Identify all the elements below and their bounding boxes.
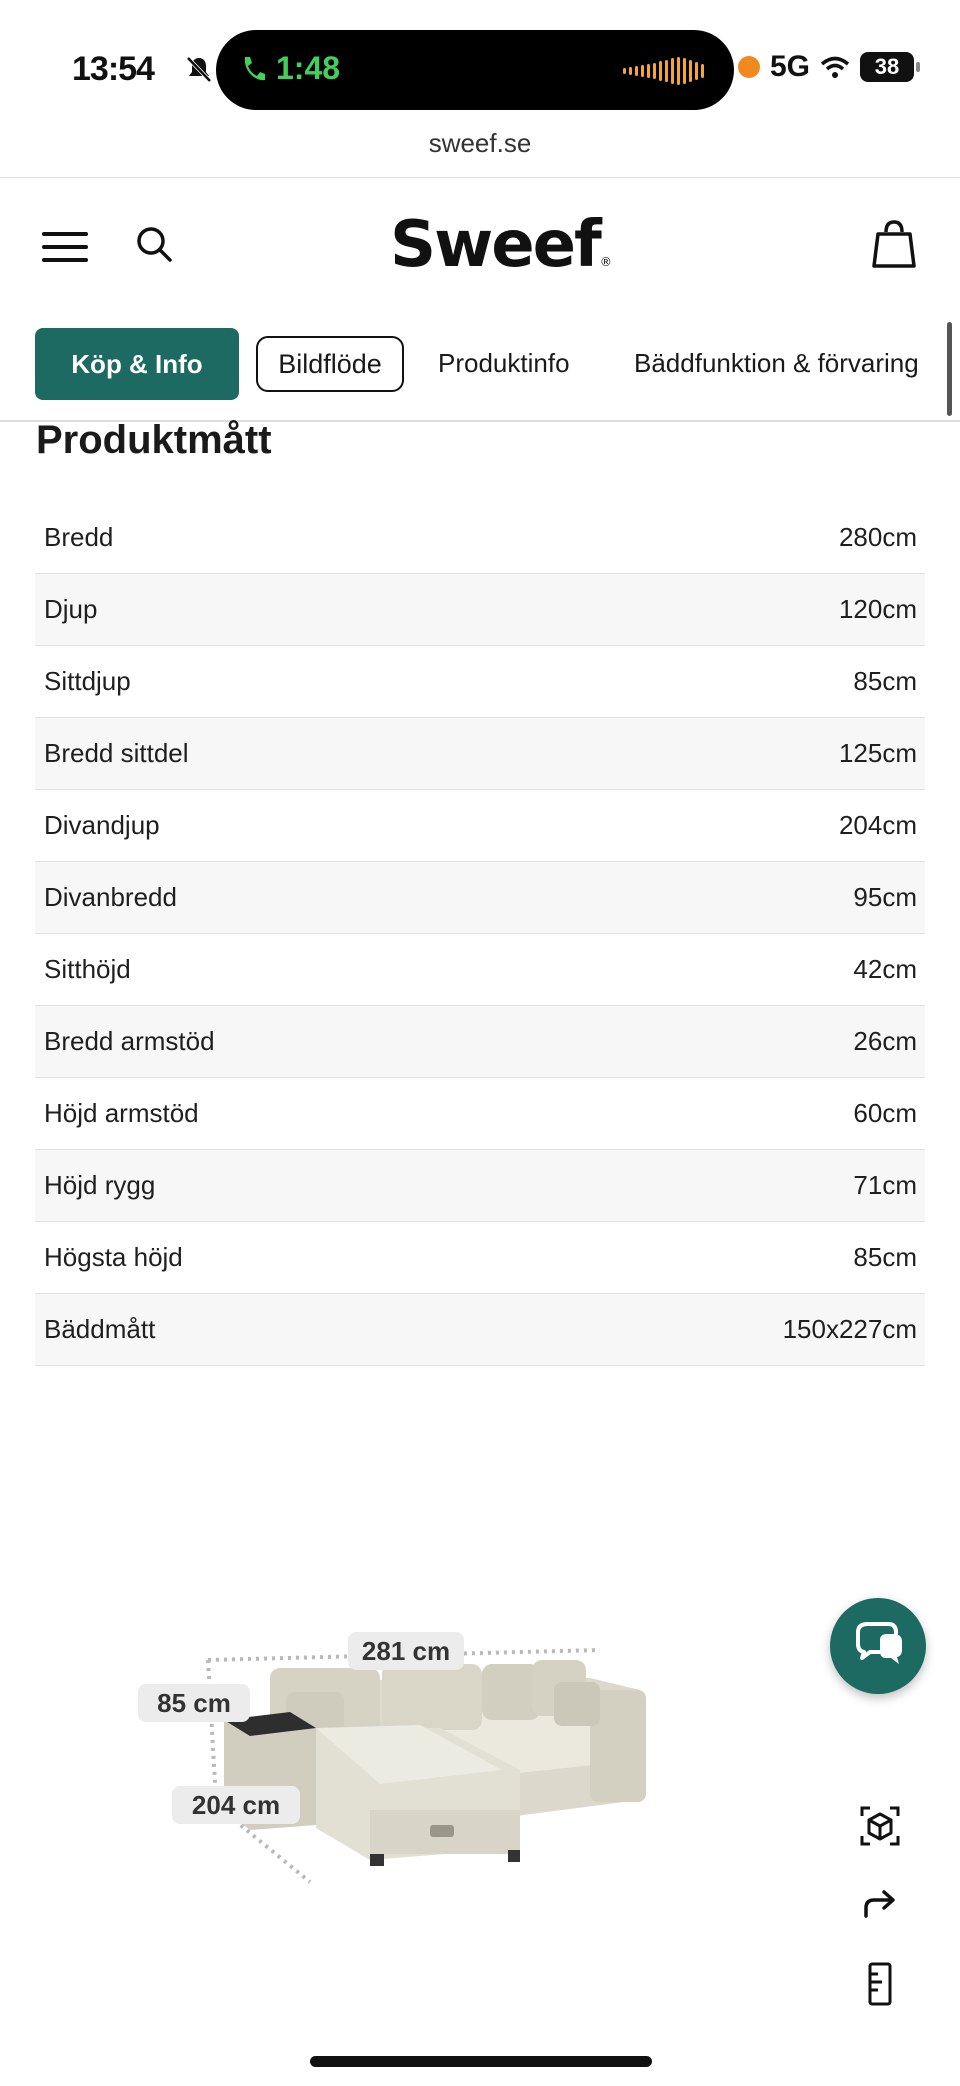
table-row: Bredd sittdel 125cm (35, 718, 925, 790)
phone-icon (244, 56, 265, 80)
chat-button[interactable] (830, 1598, 926, 1694)
battery-icon: 38 (860, 52, 921, 82)
tab-bed-function[interactable]: Bäddfunktion & förvaring (634, 348, 919, 379)
spec-label: Bredd (44, 522, 114, 552)
status-indicators: 5G 38 (738, 50, 921, 84)
table-row: Bredd 280cm (35, 502, 925, 574)
status-time: 13:54 (72, 50, 155, 88)
spec-label: Bredd sittdel (44, 738, 189, 768)
spec-label: Bäddmått (44, 1314, 156, 1344)
spec-value: 26cm (853, 1026, 917, 1056)
logo-mark: ® (599, 255, 612, 269)
section-title: Produktmått (36, 418, 272, 462)
home-indicator[interactable] (310, 2056, 652, 2067)
spec-value: 85cm (853, 666, 917, 696)
spec-value: 120cm (838, 594, 917, 624)
table-row: Sitthöjd 42cm (35, 934, 925, 1006)
spec-value: 204cm (838, 810, 917, 840)
spec-value: 150x227cm (782, 1314, 917, 1344)
spec-label: Höjd armstöd (44, 1098, 199, 1128)
status-bar: 13:54 1:48 5G 38 (0, 0, 960, 118)
table-row: Bredd armstöd 26cm (35, 1006, 925, 1078)
search-icon[interactable] (134, 224, 174, 264)
tab-product-info[interactable]: Produktinfo (438, 348, 570, 379)
spec-value: 42cm (853, 954, 917, 984)
recording-dot-icon (738, 56, 760, 78)
table-row: Djup 120cm (35, 574, 925, 646)
bag-icon[interactable] (870, 218, 918, 270)
call-duration: 1:48 (276, 50, 341, 86)
tab-buy-info[interactable]: Köp & Info (35, 328, 239, 400)
spec-value: 71cm (853, 1170, 917, 1200)
spec-value: 280cm (838, 522, 917, 552)
spec-label: Bredd armstöd (44, 1026, 215, 1056)
spec-label: Högsta höjd (44, 1242, 183, 1272)
logo-text: Sweef (390, 208, 602, 282)
ar-cube-icon[interactable] (856, 1802, 904, 1850)
url-bar[interactable]: sweef.se (0, 122, 960, 178)
product-tabs: Köp & Info Bildflöde Produktinfo Bäddfun… (0, 318, 960, 422)
table-row: Högsta höjd 85cm (35, 1222, 925, 1294)
ruler-icon[interactable] (856, 1960, 904, 2008)
table-row: Höjd rygg 71cm (35, 1150, 925, 1222)
call-indicator: 1:48 (240, 50, 340, 87)
depth-dimension-label: 204 cm (192, 1790, 280, 1820)
table-row: Bäddmått 150x227cm (35, 1294, 925, 1366)
audio-wave-icon (623, 56, 704, 86)
menu-icon[interactable] (42, 232, 88, 262)
spec-value: 125cm (838, 738, 917, 768)
spec-label: Sitthöjd (44, 954, 131, 984)
spec-value: 85cm (853, 1242, 917, 1272)
spec-label: Divandjup (44, 810, 160, 840)
width-dimension-label: 281 cm (362, 1636, 450, 1666)
share-icon[interactable] (856, 1882, 904, 1930)
table-row: Höjd armstöd 60cm (35, 1078, 925, 1150)
spec-label: Djup (44, 594, 98, 624)
table-row: Sittdjup 85cm (35, 646, 925, 718)
network-label: 5G (770, 50, 811, 83)
tab-image-feed[interactable]: Bildflöde (256, 336, 404, 392)
silent-bell-icon (186, 56, 212, 83)
spec-label: Höjd rygg (44, 1170, 156, 1200)
spec-value: 60cm (853, 1098, 917, 1128)
tabs-scrollbar[interactable] (947, 322, 952, 416)
wifi-icon (820, 56, 850, 78)
table-row: Divandjup 204cm (35, 790, 925, 862)
site-header: Sweef® (0, 180, 960, 310)
spec-label: Divanbredd (44, 882, 177, 912)
dynamic-island[interactable]: 1:48 (216, 30, 734, 110)
height-dimension-label: 85 cm (157, 1688, 231, 1718)
dimensions-table: Bredd 280cm Djup 120cm Sittdjup 85cm Bredd … (35, 502, 925, 1366)
spec-label: Sittdjup (44, 666, 131, 696)
site-logo[interactable]: Sweef® (390, 208, 612, 282)
spec-value: 95cm (853, 882, 917, 912)
sofa-dimension-image[interactable]: 281 cm 85 cm 204 cm (120, 1620, 700, 1890)
table-row: Divanbredd 95cm (35, 862, 925, 934)
chat-icon (856, 1622, 902, 1664)
